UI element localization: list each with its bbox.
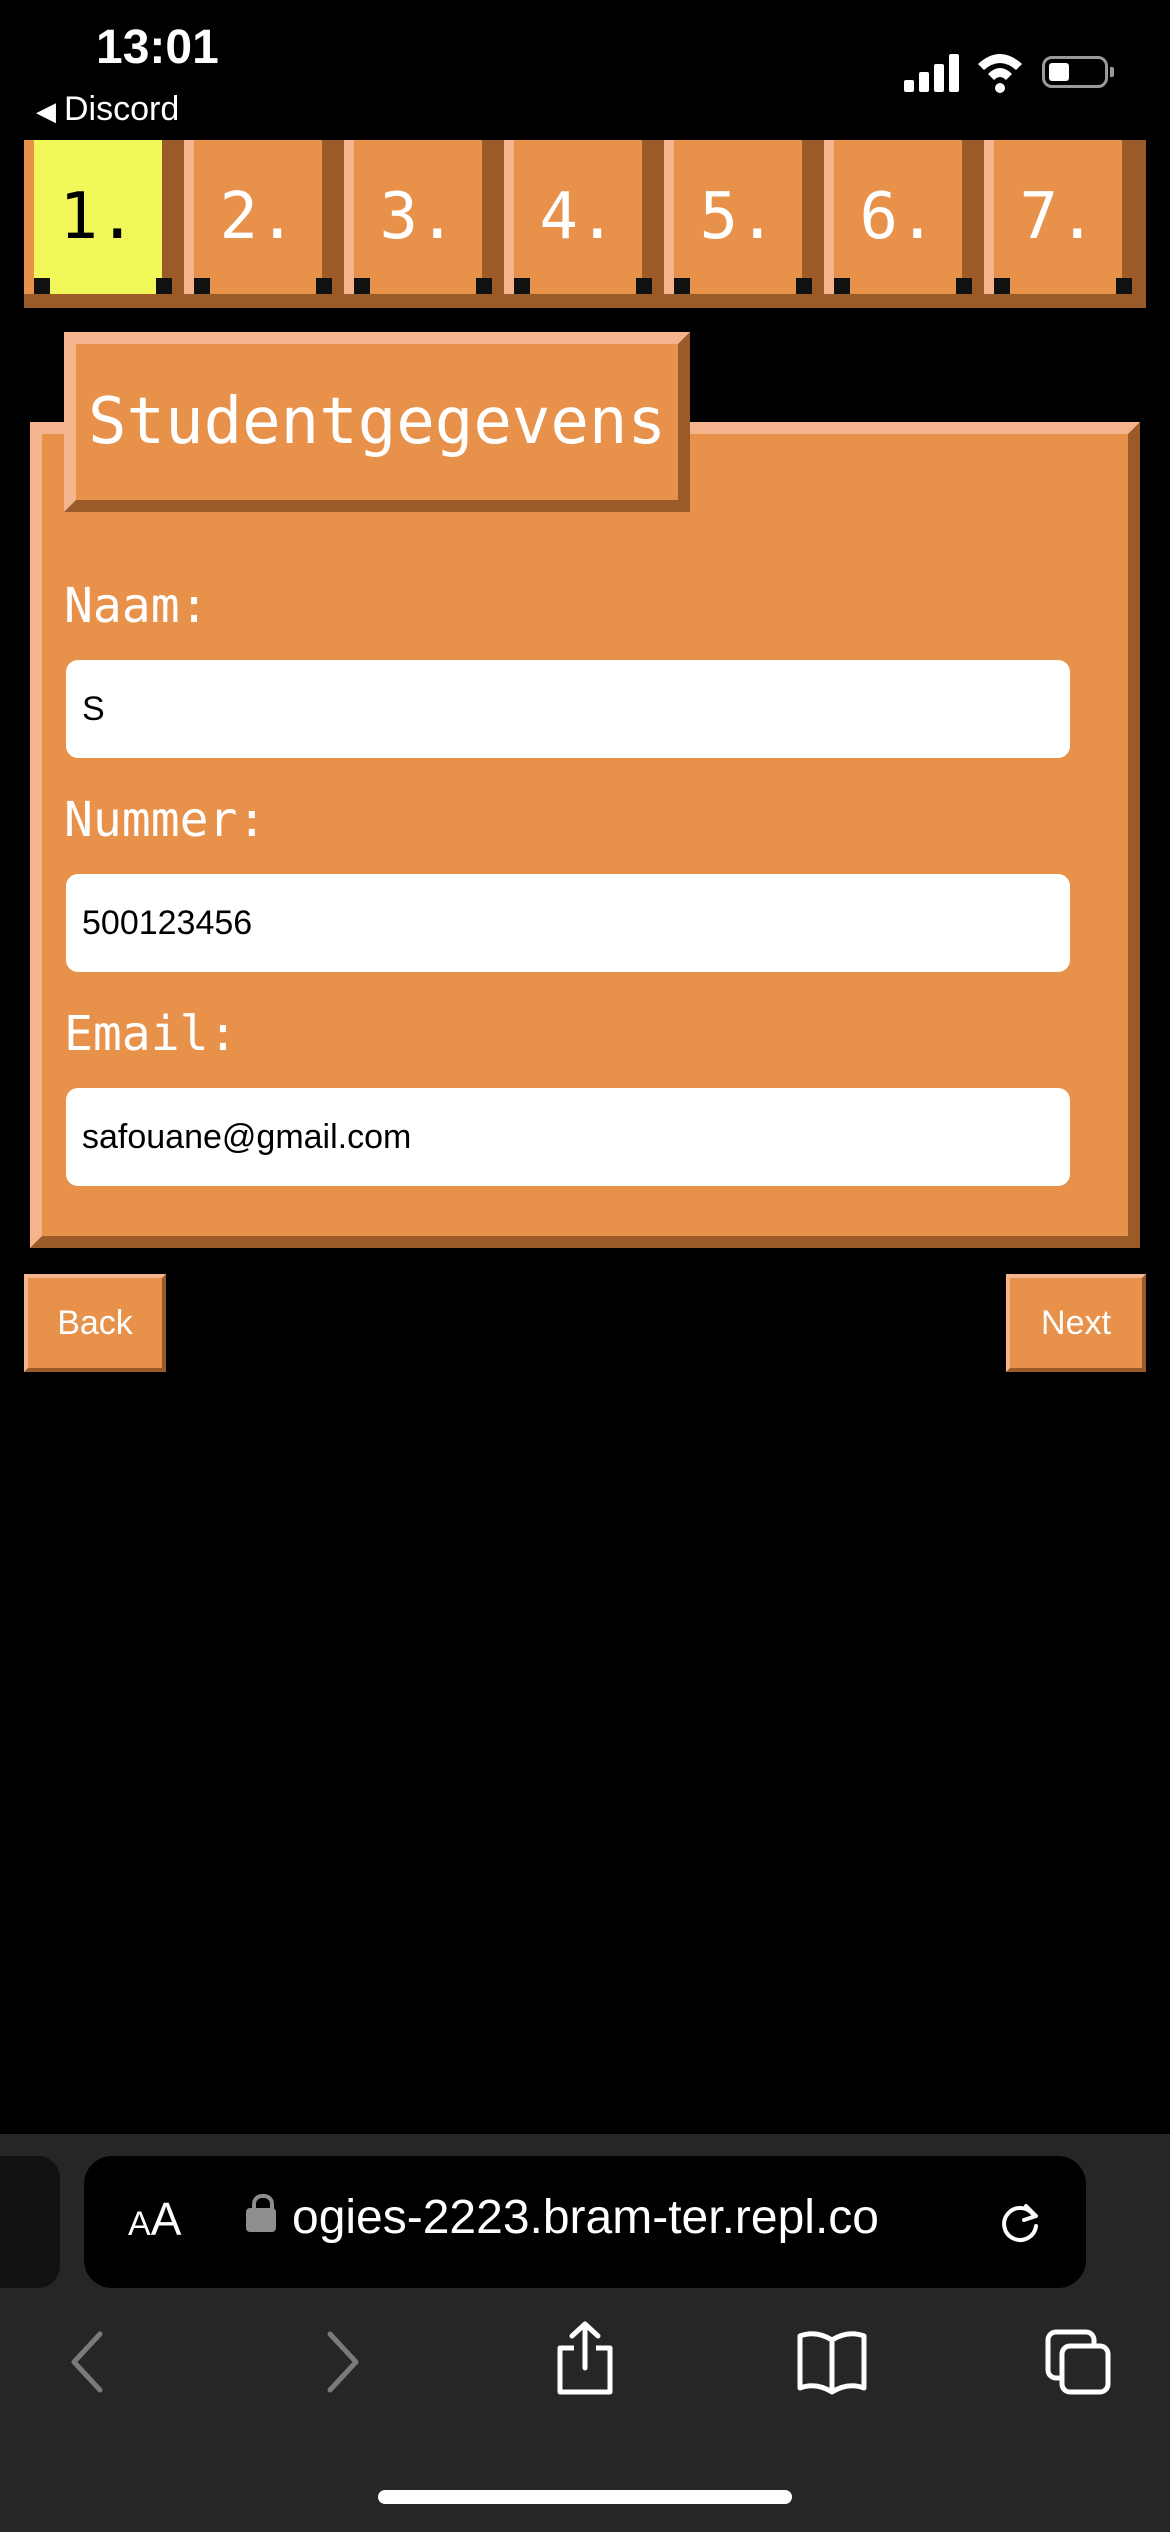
step-tab-1[interactable]: 1. <box>24 140 172 294</box>
tabs-icon[interactable] <box>1044 2328 1114 2396</box>
step-tab-5[interactable]: 5. <box>664 140 812 294</box>
previous-tab-preview[interactable] <box>0 2156 60 2288</box>
back-triangle-icon: ◀ <box>36 96 56 126</box>
step-tab-3[interactable]: 3. <box>344 140 492 294</box>
back-arrow-icon[interactable] <box>64 2328 112 2396</box>
step-tab-2[interactable]: 2. <box>184 140 332 294</box>
page-settings-button[interactable]: AA <box>128 2192 181 2246</box>
cellular-signal-icon <box>904 52 960 92</box>
battery-icon <box>1042 56 1114 88</box>
reload-icon[interactable] <box>996 2198 1044 2246</box>
forward-arrow-icon[interactable] <box>318 2328 366 2396</box>
step-tab-4[interactable]: 4. <box>504 140 652 294</box>
share-icon[interactable] <box>554 2320 616 2396</box>
number-input[interactable]: 500123456 <box>66 874 1070 972</box>
name-input[interactable]: S <box>66 660 1070 758</box>
step-tab-6[interactable]: 6. <box>824 140 972 294</box>
step-label: 4. <box>539 180 617 254</box>
next-button[interactable]: Next <box>1006 1274 1146 1372</box>
wifi-icon <box>978 54 1022 93</box>
aa-big: A <box>150 2193 182 2245</box>
step-tab-7[interactable]: 7. <box>984 140 1132 294</box>
step-label: 7. <box>1019 180 1097 254</box>
step-label: 1. <box>59 180 137 254</box>
card-title: Studentgegevens <box>64 332 690 512</box>
url-text[interactable]: ogies-2223.bram-ter.repl.co <box>292 2190 962 2245</box>
back-app-label: Discord <box>64 90 180 128</box>
status-time: 13:01 <box>96 21 219 74</box>
aa-small: A <box>128 2205 151 2243</box>
name-label: Naam: <box>64 578 209 634</box>
step-label: 6. <box>859 180 937 254</box>
step-label: 5. <box>699 180 777 254</box>
step-label: 3. <box>379 180 457 254</box>
back-to-app-link[interactable]: ◀ Discord <box>36 90 179 129</box>
lock-icon <box>246 2194 276 2232</box>
bookmarks-icon[interactable] <box>796 2328 868 2396</box>
email-input[interactable]: safouane@gmail.com <box>66 1088 1070 1186</box>
step-label: 2. <box>219 180 297 254</box>
home-indicator[interactable] <box>378 2490 792 2504</box>
step-tabs: 1. 2. 3. 4. 5. 6. 7. <box>24 140 1146 308</box>
email-label: Email: <box>64 1006 238 1062</box>
back-button[interactable]: Back <box>24 1274 166 1372</box>
number-label: Nummer: <box>64 792 267 848</box>
